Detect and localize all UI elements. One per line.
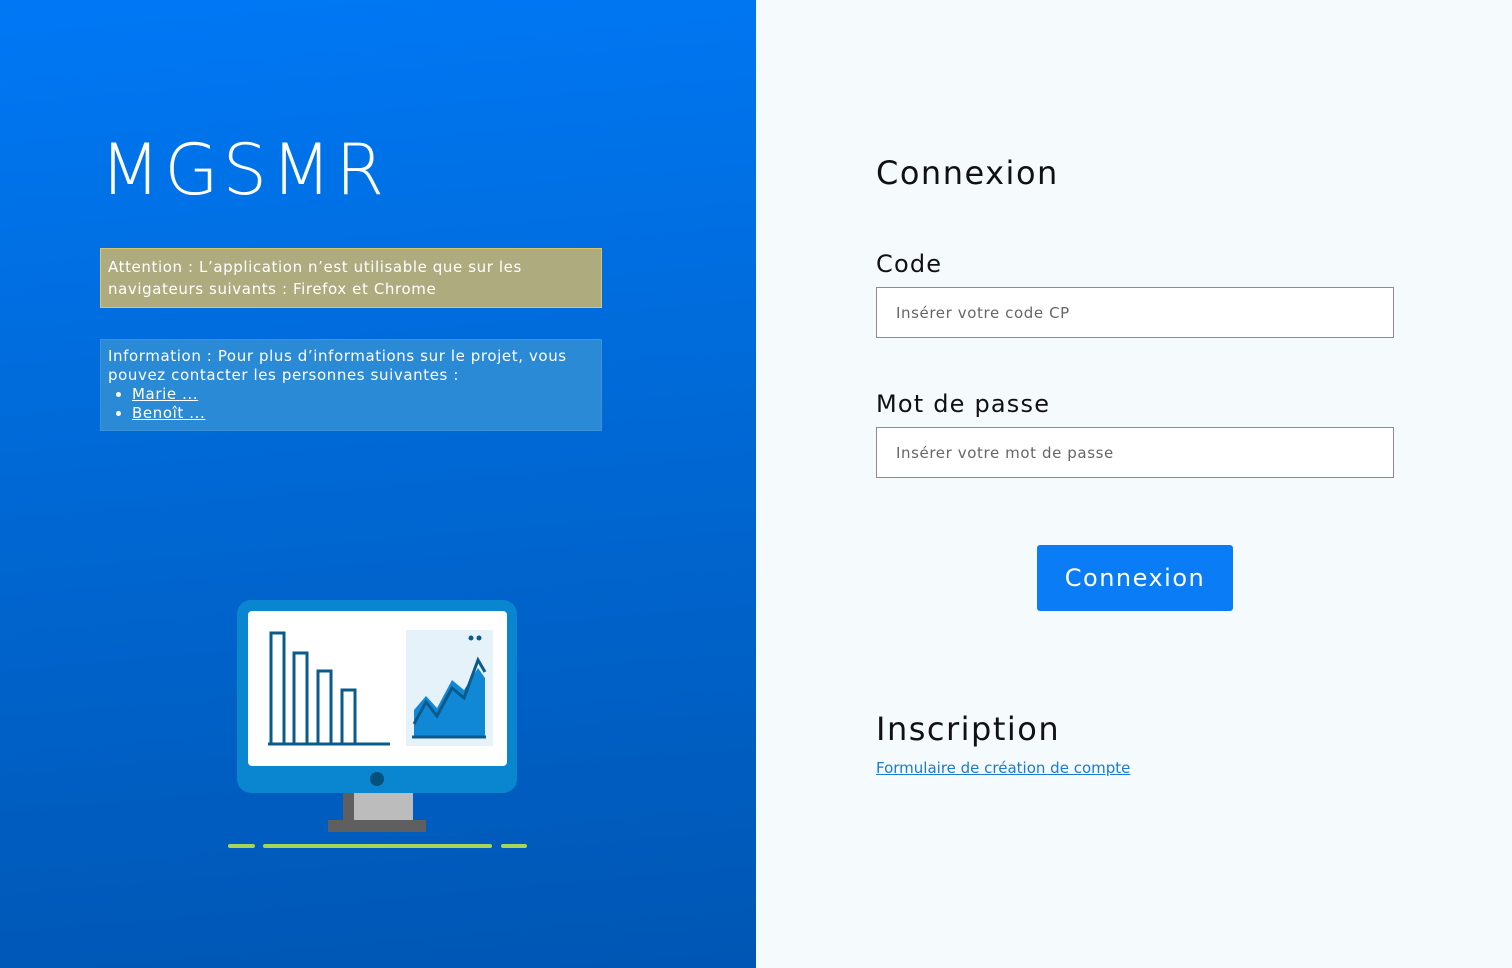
login-button[interactable]: Connexion <box>1037 545 1233 611</box>
monitor-stand-base <box>328 820 426 832</box>
ground-line <box>263 844 492 848</box>
app-title: MGSMR <box>100 129 389 211</box>
contact-link-marie[interactable]: Marie ... <box>132 385 198 403</box>
branding-panel: MGSMR Attention : L’application n’est ut… <box>0 0 756 968</box>
monitor-stand-shadow <box>343 793 354 820</box>
code-label: Code <box>876 250 943 278</box>
login-heading: Connexion <box>876 154 1059 192</box>
monitor-dashboard-icon <box>228 600 527 848</box>
password-input[interactable] <box>876 427 1394 478</box>
contact-link-benoit[interactable]: Benoît ... <box>132 404 205 422</box>
signup-form-link[interactable]: Formulaire de création de compte <box>876 758 1130 778</box>
password-label: Mot de passe <box>876 390 1051 418</box>
login-page: MGSMR Attention : L’application n’est ut… <box>0 0 1512 968</box>
code-input[interactable] <box>876 287 1394 338</box>
browser-warning-text: Attention : L’application n’est utilisab… <box>108 258 522 298</box>
signup-heading: Inscription <box>876 710 1061 748</box>
login-panel: Connexion Code Mot de passe Connexion In… <box>756 0 1512 968</box>
project-info-text: Information : Pour plus d’informations s… <box>108 347 567 384</box>
ground-line <box>501 844 527 848</box>
card-dot <box>476 635 482 641</box>
contact-item: Marie ... <box>132 385 594 404</box>
contact-item: Benoît ... <box>132 404 594 423</box>
contact-list: Marie ... Benoît ... <box>108 385 594 423</box>
card-dot <box>468 635 474 641</box>
ground-line <box>228 844 255 848</box>
browser-warning-banner: Attention : L’application n’est utilisab… <box>100 248 602 308</box>
project-info-banner: Information : Pour plus d’informations s… <box>100 339 602 431</box>
monitor-power-dot <box>370 772 384 786</box>
